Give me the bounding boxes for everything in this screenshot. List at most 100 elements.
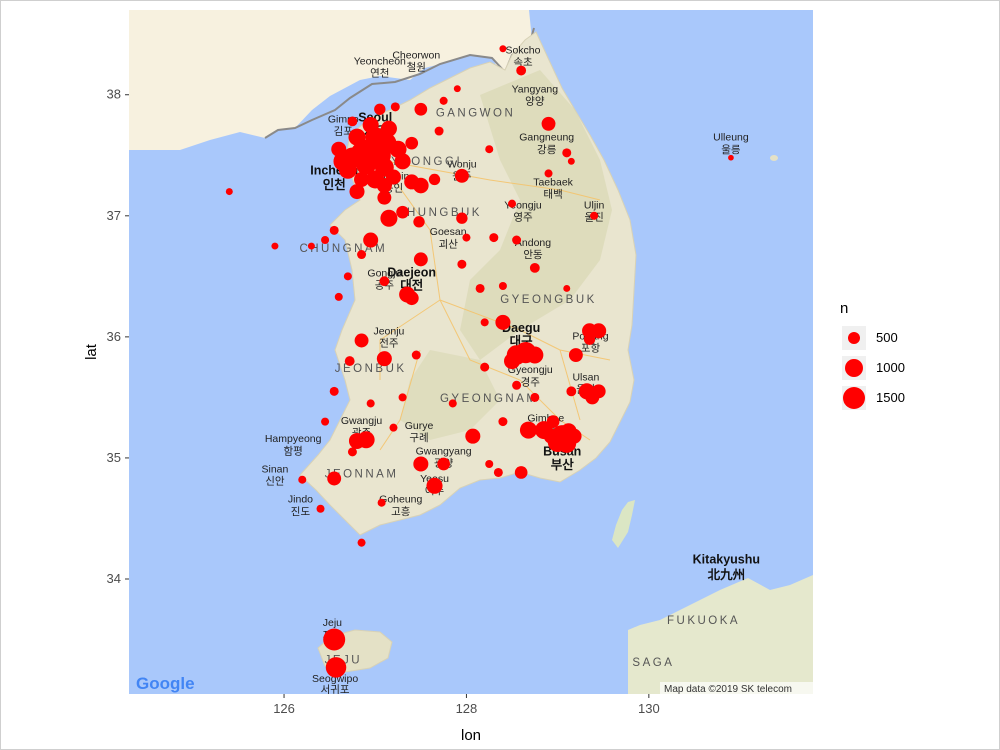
map-attribution: Map data ©2019 SK telecom xyxy=(664,684,792,695)
place-label: Cheorwon xyxy=(392,49,440,61)
y-tick-label: 35 xyxy=(107,450,121,465)
data-point xyxy=(434,126,444,136)
data-point xyxy=(591,323,607,339)
data-point xyxy=(566,428,582,444)
data-point xyxy=(389,423,398,432)
place-label: Uljin xyxy=(584,200,605,212)
data-point xyxy=(529,262,540,273)
data-point xyxy=(329,386,339,396)
data-point xyxy=(512,235,522,245)
data-point xyxy=(225,188,233,196)
data-point xyxy=(271,242,279,250)
place-label: Yangyang xyxy=(512,83,559,95)
place-label: 연천 xyxy=(370,68,389,80)
data-point xyxy=(321,417,330,426)
data-point xyxy=(498,282,507,291)
data-point xyxy=(448,399,457,408)
data-point xyxy=(530,392,540,402)
data-point xyxy=(377,498,386,507)
data-point xyxy=(325,657,347,678)
data-point xyxy=(376,351,392,367)
data-point xyxy=(498,417,508,427)
data-point xyxy=(567,157,575,165)
data-point xyxy=(366,399,375,408)
y-axis: 34 35 36 37 38 xyxy=(107,87,129,586)
data-point xyxy=(485,459,494,468)
province-label: GYEONGBUK xyxy=(500,294,597,306)
legend-label: 1000 xyxy=(876,360,905,375)
data-point xyxy=(485,145,494,154)
place-label: 양양 xyxy=(525,95,545,107)
data-point xyxy=(327,471,342,486)
data-point xyxy=(363,232,379,248)
place-label: Jindo xyxy=(288,494,313,506)
data-point xyxy=(512,380,522,390)
data-point xyxy=(316,504,325,513)
data-point xyxy=(541,116,556,131)
legend-label: 500 xyxy=(876,330,898,345)
place-label: 北九州 xyxy=(708,567,746,582)
data-point xyxy=(426,477,443,494)
data-point xyxy=(457,259,467,269)
data-point xyxy=(437,457,450,471)
x-axis: 126 128 130 xyxy=(273,694,660,716)
x-tick-label: 126 xyxy=(273,701,295,716)
data-point xyxy=(404,291,419,306)
data-point xyxy=(453,85,461,93)
data-point xyxy=(544,169,553,178)
place-label: Jeju xyxy=(323,617,342,629)
legend-dot xyxy=(845,359,863,377)
google-logo-text: Google xyxy=(136,674,195,693)
data-point xyxy=(362,116,379,134)
data-point xyxy=(298,475,307,484)
place-label: 괴산 xyxy=(439,238,459,250)
data-point xyxy=(514,466,528,479)
province-label: JEONBUK xyxy=(335,363,407,375)
data-point xyxy=(321,236,330,245)
data-point xyxy=(563,284,571,292)
data-point xyxy=(454,168,469,183)
data-point xyxy=(380,120,397,137)
y-axis-title: lat xyxy=(83,343,100,360)
y-tick-label: 38 xyxy=(107,87,121,102)
data-point xyxy=(728,154,734,161)
place-label: Goesan xyxy=(430,226,467,238)
data-point xyxy=(380,209,398,227)
data-point xyxy=(398,393,407,402)
data-point xyxy=(396,205,409,219)
place-label: Taebaek xyxy=(533,177,573,189)
data-point xyxy=(475,283,485,293)
data-point xyxy=(526,346,544,364)
data-point xyxy=(349,184,365,200)
data-point xyxy=(379,276,390,287)
data-point xyxy=(338,160,357,179)
place-label: Kitakyushu xyxy=(693,552,760,566)
data-point xyxy=(374,103,386,115)
ulleung-island xyxy=(770,155,778,161)
data-point xyxy=(334,292,343,301)
province-label: GANGWON xyxy=(436,108,515,120)
place-label: 고흥 xyxy=(391,505,411,518)
data-point xyxy=(413,252,428,267)
place-label: Sinan xyxy=(261,463,288,475)
data-point xyxy=(462,233,471,242)
data-point xyxy=(508,199,517,208)
data-point xyxy=(348,432,366,450)
data-point xyxy=(347,447,357,457)
data-point xyxy=(344,356,355,366)
data-point xyxy=(499,45,507,53)
x-tick-label: 128 xyxy=(456,701,478,716)
data-point xyxy=(411,350,421,360)
data-point xyxy=(394,153,411,170)
data-point xyxy=(390,102,400,112)
place-label: Sokcho xyxy=(505,45,540,57)
size-legend: n 500 1000 1500 xyxy=(838,300,958,420)
place-label: Gwangyang xyxy=(416,445,472,457)
data-point xyxy=(428,173,441,186)
x-tick-label: 130 xyxy=(638,701,660,716)
place-label: Gurye xyxy=(405,420,434,432)
legend-label: 1500 xyxy=(876,390,905,405)
place-label: Jeonju xyxy=(373,325,404,337)
legend-key xyxy=(842,356,866,380)
place-label: 서귀포 xyxy=(321,684,350,696)
